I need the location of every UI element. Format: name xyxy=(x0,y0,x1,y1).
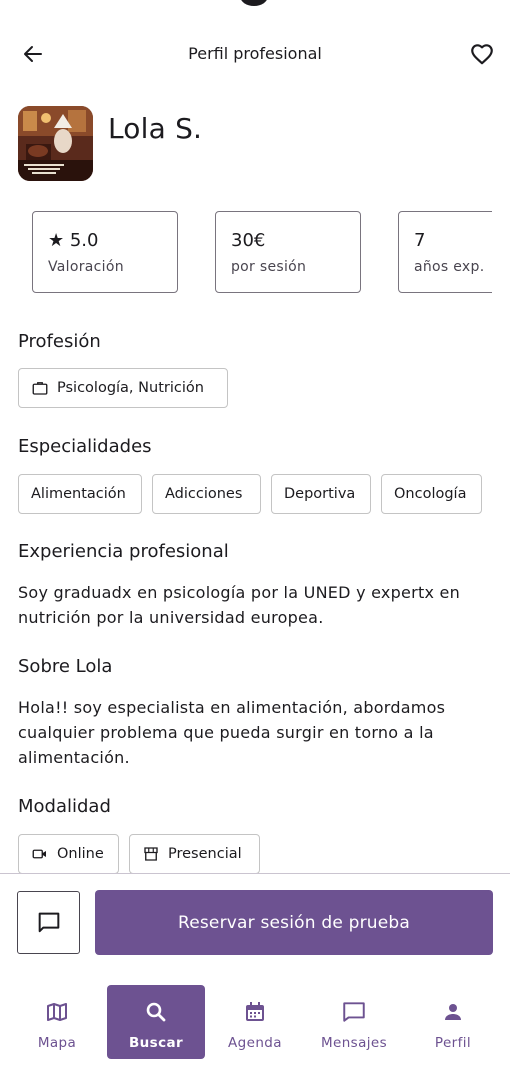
chip-label: Alimentación xyxy=(31,486,126,502)
chip-label: Psicología, Nutrición xyxy=(57,380,204,396)
stat-card-rating: ★ 5.0 Valoración xyxy=(32,211,178,293)
nav-item-mensajes[interactable]: Mensajes xyxy=(305,985,403,1059)
chip-profession: Psicología, Nutrición xyxy=(18,368,228,408)
briefcase-icon xyxy=(31,379,49,397)
section-title-profession: Profesión xyxy=(18,331,101,352)
stat-label: años exp. xyxy=(414,259,485,275)
nav-item-mapa[interactable]: Mapa xyxy=(8,985,106,1059)
nav-label: Mapa xyxy=(37,1035,77,1051)
chat-bubble-icon xyxy=(38,912,59,932)
section-title-specialties: Especialidades xyxy=(18,436,152,457)
nav-item-agenda[interactable]: Agenda xyxy=(206,985,304,1059)
profile-name: Lola S. xyxy=(108,111,203,145)
experience-text: Soy graduadx en psicología por la UNED y… xyxy=(18,583,461,627)
stat-value: 7 xyxy=(414,230,426,251)
chat-button[interactable] xyxy=(17,891,80,954)
nav-item-buscar[interactable]: Buscar xyxy=(107,985,205,1059)
avatar[interactable] xyxy=(18,105,93,181)
section-title-about: Sobre Lola xyxy=(18,656,113,677)
chip-modality-online: Online xyxy=(18,834,119,874)
chip-label: Presencial xyxy=(168,846,242,862)
person-icon xyxy=(441,997,465,1027)
nav-label: Perfil xyxy=(434,1035,472,1051)
stats-row: ★ 5.0 Valoración 30€ por sesión 7 años e… xyxy=(0,211,492,295)
camera-notch xyxy=(240,0,268,6)
nav-item-perfil[interactable]: Perfil xyxy=(404,985,502,1059)
chip-specialty: Adicciones xyxy=(152,474,261,514)
stat-value: 30€ xyxy=(231,230,266,251)
about-text: Hola!! soy especialista en alimentación,… xyxy=(18,698,446,767)
message-icon xyxy=(340,997,368,1027)
stat-label: Valoración xyxy=(48,259,124,275)
stat-value: ★ 5.0 xyxy=(48,230,99,251)
reserve-trial-session-button[interactable]: Reservar sesión de prueba xyxy=(95,890,493,955)
nav-label: Agenda xyxy=(228,1035,282,1051)
top-app-bar: Perfil profesional xyxy=(0,30,510,78)
storefront-icon xyxy=(142,845,160,863)
favorite-button[interactable] xyxy=(462,34,502,74)
chip-specialty: Deportiva xyxy=(271,474,371,514)
reserve-button-label: Reservar sesión de prueba xyxy=(177,912,411,933)
stat-card-experience: 7 años exp. xyxy=(398,211,492,293)
section-title-experience: Experiencia profesional xyxy=(18,541,229,562)
bottom-navigation: Mapa Buscar Agenda Mensajes Perfil xyxy=(0,983,510,1063)
calendar-icon xyxy=(243,997,267,1027)
chip-label: Adicciones xyxy=(165,486,243,502)
chip-modality-presencial: Presencial xyxy=(129,834,260,874)
section-title-modality: Modalidad xyxy=(18,796,111,817)
search-icon xyxy=(144,997,168,1027)
heart-outline-icon xyxy=(471,44,493,65)
chip-specialty: Alimentación xyxy=(18,474,142,514)
chip-label: Deportiva xyxy=(284,486,356,502)
chip-label: Oncología xyxy=(394,486,467,502)
stat-label: por sesión xyxy=(231,259,307,275)
avatar-photo xyxy=(18,105,93,181)
chip-specialty: Oncología xyxy=(381,474,482,514)
map-icon xyxy=(45,997,69,1027)
page-title: Perfil profesional xyxy=(188,44,322,63)
profile-header: Lola S. xyxy=(18,104,202,182)
chip-label: Online xyxy=(57,846,104,862)
video-camera-icon xyxy=(31,845,49,863)
action-bar-divider xyxy=(0,873,510,874)
stat-card-price: 30€ por sesión xyxy=(215,211,361,293)
nav-label: Mensajes xyxy=(320,1035,388,1051)
nav-label: Buscar xyxy=(128,1035,184,1051)
